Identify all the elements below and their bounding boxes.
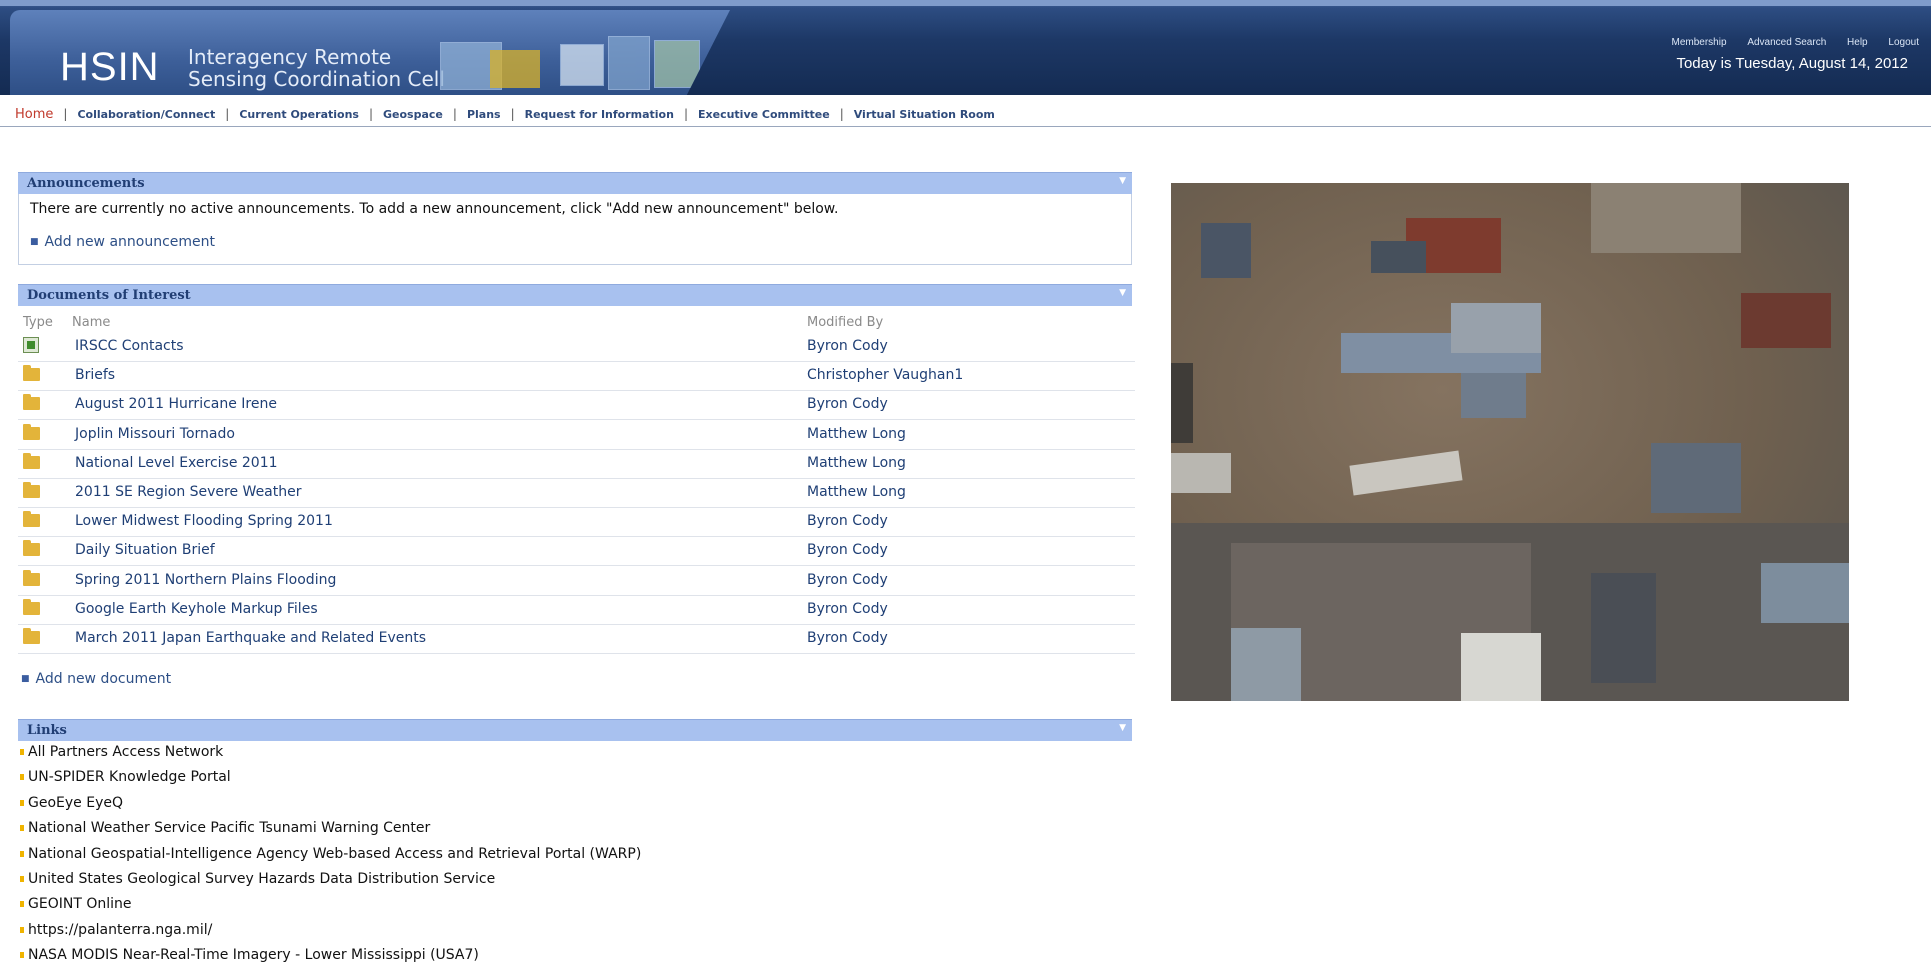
document-name[interactable]: August 2011 Hurricane Irene (75, 396, 277, 412)
add-document-link[interactable]: ■ Add new document (21, 671, 171, 687)
document-modified-by[interactable]: Matthew Long (807, 484, 906, 500)
hsin-logo: HSIN (60, 45, 160, 89)
document-modified-by[interactable]: Byron Cody (807, 542, 888, 558)
links-header: Links ▼ (18, 719, 1132, 741)
announcements-title: Announcements (27, 176, 145, 191)
document-modified-by[interactable]: Matthew Long (807, 455, 906, 471)
document-modified-by[interactable]: Byron Cody (807, 396, 888, 412)
document-name[interactable]: Spring 2011 Northern Plains Flooding (75, 572, 336, 588)
help-link[interactable]: Help (1847, 37, 1868, 48)
current-date: Today is Tuesday, August 14, 2012 (1676, 55, 1908, 72)
col-modified-header[interactable]: Modified By (807, 315, 883, 330)
folder-icon (23, 511, 40, 528)
document-row[interactable]: Briefs Christopher Vaughan1 (18, 362, 1135, 392)
document-name[interactable]: National Level Exercise 2011 (75, 455, 278, 471)
document-row[interactable]: Daily Situation Brief Byron Cody (18, 537, 1135, 567)
links-menu-icon[interactable]: ▼ (1119, 723, 1126, 733)
add-square-icon: ■ (21, 674, 30, 684)
add-document-label: Add new document (35, 671, 172, 687)
announcements-menu-icon[interactable]: ▼ (1119, 176, 1126, 186)
col-name-header[interactable]: Name (72, 315, 110, 330)
folder-icon (23, 540, 40, 557)
add-announcement-label: Add new announcement (44, 234, 216, 250)
nav-current-operations[interactable]: Current Operations (239, 108, 359, 121)
link-item[interactable]: NASA MODIS Near-Real-Time Imagery - Lowe… (20, 947, 641, 972)
folder-icon (23, 482, 40, 498)
documents-title: Documents of Interest (27, 288, 191, 303)
spreadsheet-icon (23, 337, 39, 353)
header-banner: HSIN Interagency Remote Sensing Coordina… (0, 0, 1931, 95)
announcements-header: Announcements ▼ (18, 172, 1132, 194)
nav-virtual-situation-room[interactable]: Virtual Situation Room (854, 108, 995, 121)
document-modified-by[interactable]: Byron Cody (807, 338, 888, 354)
document-modified-by[interactable]: Matthew Long (807, 426, 906, 442)
link-item[interactable]: National Weather Service Pacific Tsunami… (20, 820, 641, 845)
link-item[interactable]: UN-SPIDER Knowledge Portal (20, 769, 641, 794)
document-row[interactable]: Spring 2011 Northern Plains Flooding Byro… (18, 567, 1135, 596)
links-list: All Partners Access Network UN-SPIDER Kno… (20, 744, 641, 973)
document-name[interactable]: Briefs (75, 367, 115, 383)
nav-plans[interactable]: Plans (467, 108, 501, 121)
folder-icon (23, 598, 40, 615)
nav-request-for-information[interactable]: Request for Information (525, 108, 674, 121)
advanced-search-link[interactable]: Advanced Search (1747, 37, 1826, 48)
document-row[interactable]: Lower Midwest Flooding Spring 2011 Byron … (18, 508, 1135, 538)
document-name[interactable]: Google Earth Keyhole Markup Files (75, 601, 318, 617)
announcements-body: There are currently no active announceme… (18, 194, 1132, 265)
document-name[interactable]: 2011 SE Region Severe Weather (75, 484, 302, 500)
agency-line-1: Interagency Remote (188, 45, 392, 69)
document-modified-by[interactable]: Christopher Vaughan1 (807, 367, 963, 383)
folder-icon (23, 394, 40, 411)
agency-line-2: Sensing Coordination Cell (188, 67, 445, 91)
document-row[interactable]: Joplin Missouri Tornado Matthew Long (18, 421, 1135, 450)
link-item[interactable]: GEOINT Online (20, 896, 641, 921)
link-item[interactable]: United States Geological Survey Hazards … (20, 871, 641, 896)
link-item[interactable]: https://palanterra.nga.mil/ (20, 922, 641, 947)
folder-icon (23, 423, 40, 440)
link-item[interactable]: National Geospatial-Intelligence Agency … (20, 846, 641, 871)
top-links: Membership Advanced Search Help Logout (1664, 37, 1920, 48)
top-nav: Home | Collaboration/Connect | Current Opera… (0, 104, 1931, 127)
col-type-header[interactable]: Type (23, 315, 53, 330)
logo-panel[interactable]: HSIN Interagency Remote Sensing Coordina… (10, 10, 730, 95)
add-square-icon: ■ (30, 237, 39, 247)
link-item[interactable]: All Partners Access Network (20, 744, 641, 769)
logo-collage-icon (440, 36, 710, 94)
membership-link[interactable]: Membership (1672, 37, 1727, 48)
banner-top-line (0, 0, 1931, 6)
announcements-message: There are currently no active announceme… (30, 201, 839, 217)
logout-link[interactable]: Logout (1888, 37, 1919, 48)
document-row[interactable]: March 2011 Japan Earthquake and Related … (18, 625, 1135, 654)
document-row[interactable]: August 2011 Hurricane Irene Byron Cody (18, 391, 1135, 421)
document-name[interactable]: IRSCC Contacts (75, 338, 184, 354)
document-name[interactable]: March 2011 Japan Earthquake and Related … (75, 630, 426, 646)
document-modified-by[interactable]: Byron Cody (807, 513, 888, 529)
links-title: Links (27, 723, 67, 738)
document-modified-by[interactable]: Byron Cody (807, 601, 888, 617)
document-row[interactable]: National Level Exercise 2011 Matthew Long (18, 450, 1135, 479)
documents-header: Documents of Interest ▼ (18, 284, 1132, 306)
document-modified-by[interactable]: Byron Cody (807, 630, 888, 646)
documents-menu-icon[interactable]: ▼ (1119, 288, 1126, 298)
agency-name: Interagency Remote Sensing Coordination … (188, 46, 445, 90)
nav-executive-committee[interactable]: Executive Committee (698, 108, 830, 121)
document-name[interactable]: Daily Situation Brief (75, 542, 215, 558)
nav-geospace[interactable]: Geospace (383, 108, 443, 121)
link-item[interactable]: GeoEye EyeQ (20, 795, 641, 820)
document-name[interactable]: Lower Midwest Flooding Spring 2011 (75, 513, 333, 529)
folder-icon (23, 365, 40, 382)
folder-icon (23, 569, 40, 586)
nav-collaboration[interactable]: Collaboration/Connect (77, 108, 215, 121)
document-name[interactable]: Joplin Missouri Tornado (75, 426, 235, 442)
folder-icon (23, 628, 40, 644)
folder-icon (23, 452, 40, 469)
document-row[interactable]: Google Earth Keyhole Markup Files Byron C… (18, 596, 1135, 625)
document-row[interactable]: IRSCC Contacts Byron Cody (18, 333, 1135, 362)
add-announcement-link[interactable]: ■ Add new announcement (30, 234, 215, 250)
nav-home[interactable]: Home (15, 107, 53, 122)
document-row[interactable]: 2011 SE Region Severe Weather Matthew Lon… (18, 479, 1135, 508)
flood-aerial-photo (1171, 183, 1849, 701)
document-modified-by[interactable]: Byron Cody (807, 572, 888, 588)
